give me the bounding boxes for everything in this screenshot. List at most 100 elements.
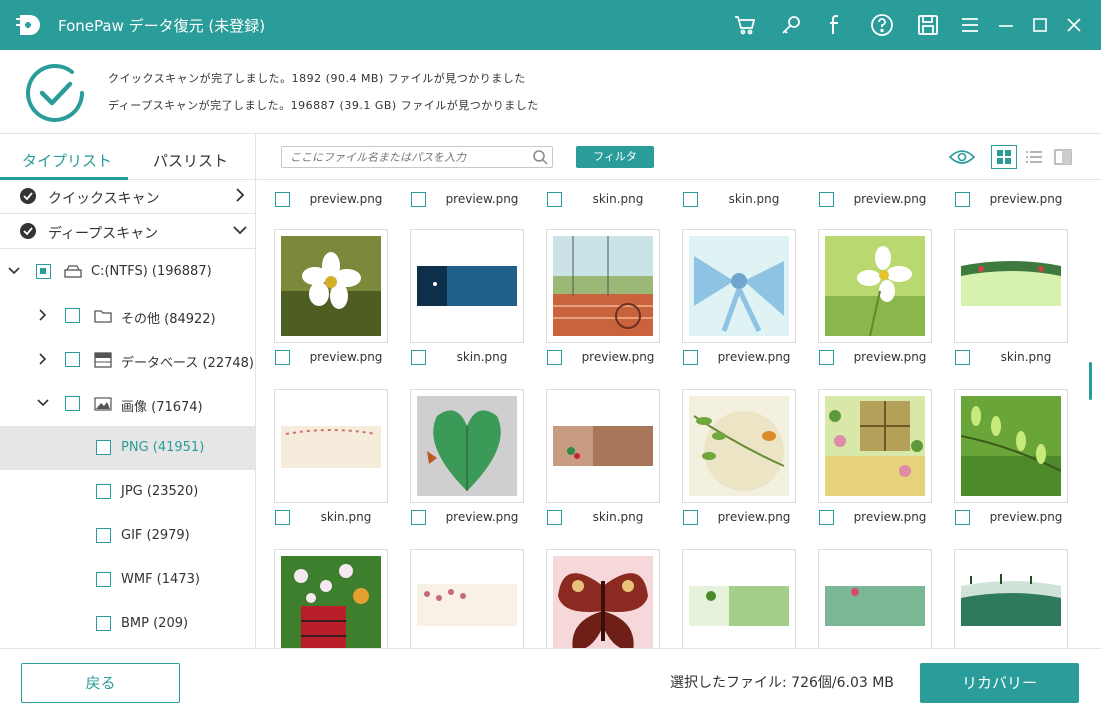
- checkbox[interactable]: [96, 484, 111, 499]
- filter-button[interactable]: フィルタ: [576, 146, 654, 168]
- file-item[interactable]: [410, 549, 524, 648]
- scan-item-quick[interactable]: クイックスキャン: [0, 180, 255, 214]
- checkbox[interactable]: [275, 510, 290, 525]
- checkbox[interactable]: [819, 350, 834, 365]
- checkbox[interactable]: [65, 396, 80, 411]
- checkbox[interactable]: [955, 510, 970, 525]
- save-icon[interactable]: [914, 11, 942, 39]
- thumbnail[interactable]: [682, 389, 796, 503]
- checkbox[interactable]: [683, 192, 698, 207]
- tree-item-database[interactable]: データベース (22748): [0, 338, 255, 382]
- chevron-right-icon[interactable]: [36, 352, 50, 366]
- key-icon[interactable]: [777, 11, 805, 39]
- tab-path-list[interactable]: パスリスト: [153, 150, 228, 171]
- file-item[interactable]: preview.png: [274, 181, 388, 212]
- thumbnail[interactable]: [410, 389, 524, 503]
- thumbnail[interactable]: [818, 229, 932, 343]
- thumbnail[interactable]: [682, 549, 796, 648]
- checkbox[interactable]: [275, 350, 290, 365]
- thumbnail[interactable]: [546, 389, 660, 503]
- tree-item-drive[interactable]: C:(NTFS) (196887): [0, 250, 255, 294]
- checkbox[interactable]: [36, 264, 51, 279]
- search-icon[interactable]: [532, 149, 548, 165]
- checkbox[interactable]: [96, 440, 111, 455]
- help-icon[interactable]: [868, 11, 896, 39]
- checkbox[interactable]: [65, 308, 80, 323]
- file-item[interactable]: skin.png: [410, 229, 524, 379]
- file-item[interactable]: preview.png: [682, 389, 796, 539]
- chevron-down-icon[interactable]: [7, 264, 21, 278]
- tab-type-list[interactable]: タイプリスト: [22, 150, 112, 171]
- file-item[interactable]: [682, 549, 796, 648]
- close-icon[interactable]: [1060, 11, 1088, 39]
- file-item[interactable]: [954, 549, 1068, 648]
- thumbnail[interactable]: [818, 389, 932, 503]
- chevron-down-icon[interactable]: [232, 222, 248, 238]
- checkbox[interactable]: [411, 510, 426, 525]
- back-button[interactable]: 戻る: [21, 663, 180, 703]
- grid-scrollbar[interactable]: [1089, 362, 1092, 400]
- file-item[interactable]: preview.png: [818, 181, 932, 212]
- file-item[interactable]: [546, 549, 660, 648]
- checkbox[interactable]: [96, 616, 111, 631]
- checkbox[interactable]: [96, 528, 111, 543]
- checkbox[interactable]: [275, 192, 290, 207]
- checkbox[interactable]: [547, 192, 562, 207]
- file-item[interactable]: skin.png: [954, 229, 1068, 379]
- thumbnail[interactable]: [410, 229, 524, 343]
- file-item[interactable]: skin.png: [546, 181, 660, 212]
- thumbnail[interactable]: [818, 549, 932, 648]
- thumbnail[interactable]: [546, 549, 660, 648]
- file-item[interactable]: preview.png: [682, 229, 796, 379]
- maximize-icon[interactable]: [1026, 11, 1054, 39]
- list-view-icon[interactable]: [1021, 145, 1047, 169]
- thumbnail[interactable]: [954, 549, 1068, 648]
- file-item[interactable]: preview.png: [410, 181, 524, 212]
- thumbnail[interactable]: [954, 389, 1068, 503]
- chevron-down-icon[interactable]: [36, 396, 50, 410]
- file-item[interactable]: preview.png: [546, 229, 660, 379]
- checkbox[interactable]: [65, 352, 80, 367]
- checkbox[interactable]: [96, 572, 111, 587]
- checkbox[interactable]: [683, 350, 698, 365]
- file-item[interactable]: preview.png: [818, 389, 932, 539]
- file-item[interactable]: preview.png: [818, 229, 932, 379]
- thumbnail[interactable]: [546, 229, 660, 343]
- thumbnail[interactable]: [274, 229, 388, 343]
- file-item[interactable]: skin.png: [546, 389, 660, 539]
- file-item[interactable]: skin.png: [682, 181, 796, 212]
- thumbnail[interactable]: [274, 549, 388, 648]
- thumbnail[interactable]: [954, 229, 1068, 343]
- detail-view-icon[interactable]: [1050, 145, 1076, 169]
- facebook-icon[interactable]: [822, 11, 850, 39]
- file-item[interactable]: preview.png: [410, 389, 524, 539]
- thumbnail[interactable]: [410, 549, 524, 648]
- file-item[interactable]: [274, 549, 388, 648]
- file-item[interactable]: skin.png: [274, 389, 388, 539]
- grid-view-icon[interactable]: [991, 145, 1017, 169]
- eye-icon[interactable]: [949, 145, 975, 169]
- minimize-icon[interactable]: [992, 11, 1020, 39]
- checkbox[interactable]: [547, 350, 562, 365]
- file-item[interactable]: preview.png: [954, 181, 1068, 212]
- checkbox[interactable]: [411, 350, 426, 365]
- recover-button[interactable]: リカバリー: [920, 663, 1079, 703]
- thumbnail[interactable]: [682, 229, 796, 343]
- file-item[interactable]: preview.png: [954, 389, 1068, 539]
- menu-icon[interactable]: [956, 11, 984, 39]
- checkbox[interactable]: [819, 192, 834, 207]
- search-input[interactable]: [281, 146, 553, 168]
- scan-item-deep[interactable]: ディープスキャン: [0, 215, 255, 249]
- checkbox[interactable]: [955, 192, 970, 207]
- cart-icon[interactable]: [731, 11, 759, 39]
- tree-item-jpg[interactable]: JPG (23520): [0, 470, 255, 514]
- tree-item-bmp[interactable]: BMP (209): [0, 602, 255, 646]
- chevron-right-icon[interactable]: [36, 308, 50, 322]
- chevron-right-icon[interactable]: [232, 187, 248, 203]
- file-item[interactable]: preview.png: [274, 229, 388, 379]
- checkbox[interactable]: [683, 510, 698, 525]
- tree-item-wmf[interactable]: WMF (1473): [0, 558, 255, 602]
- checkbox[interactable]: [819, 510, 834, 525]
- tree-item-other[interactable]: その他 (84922): [0, 294, 255, 338]
- thumbnail[interactable]: [274, 389, 388, 503]
